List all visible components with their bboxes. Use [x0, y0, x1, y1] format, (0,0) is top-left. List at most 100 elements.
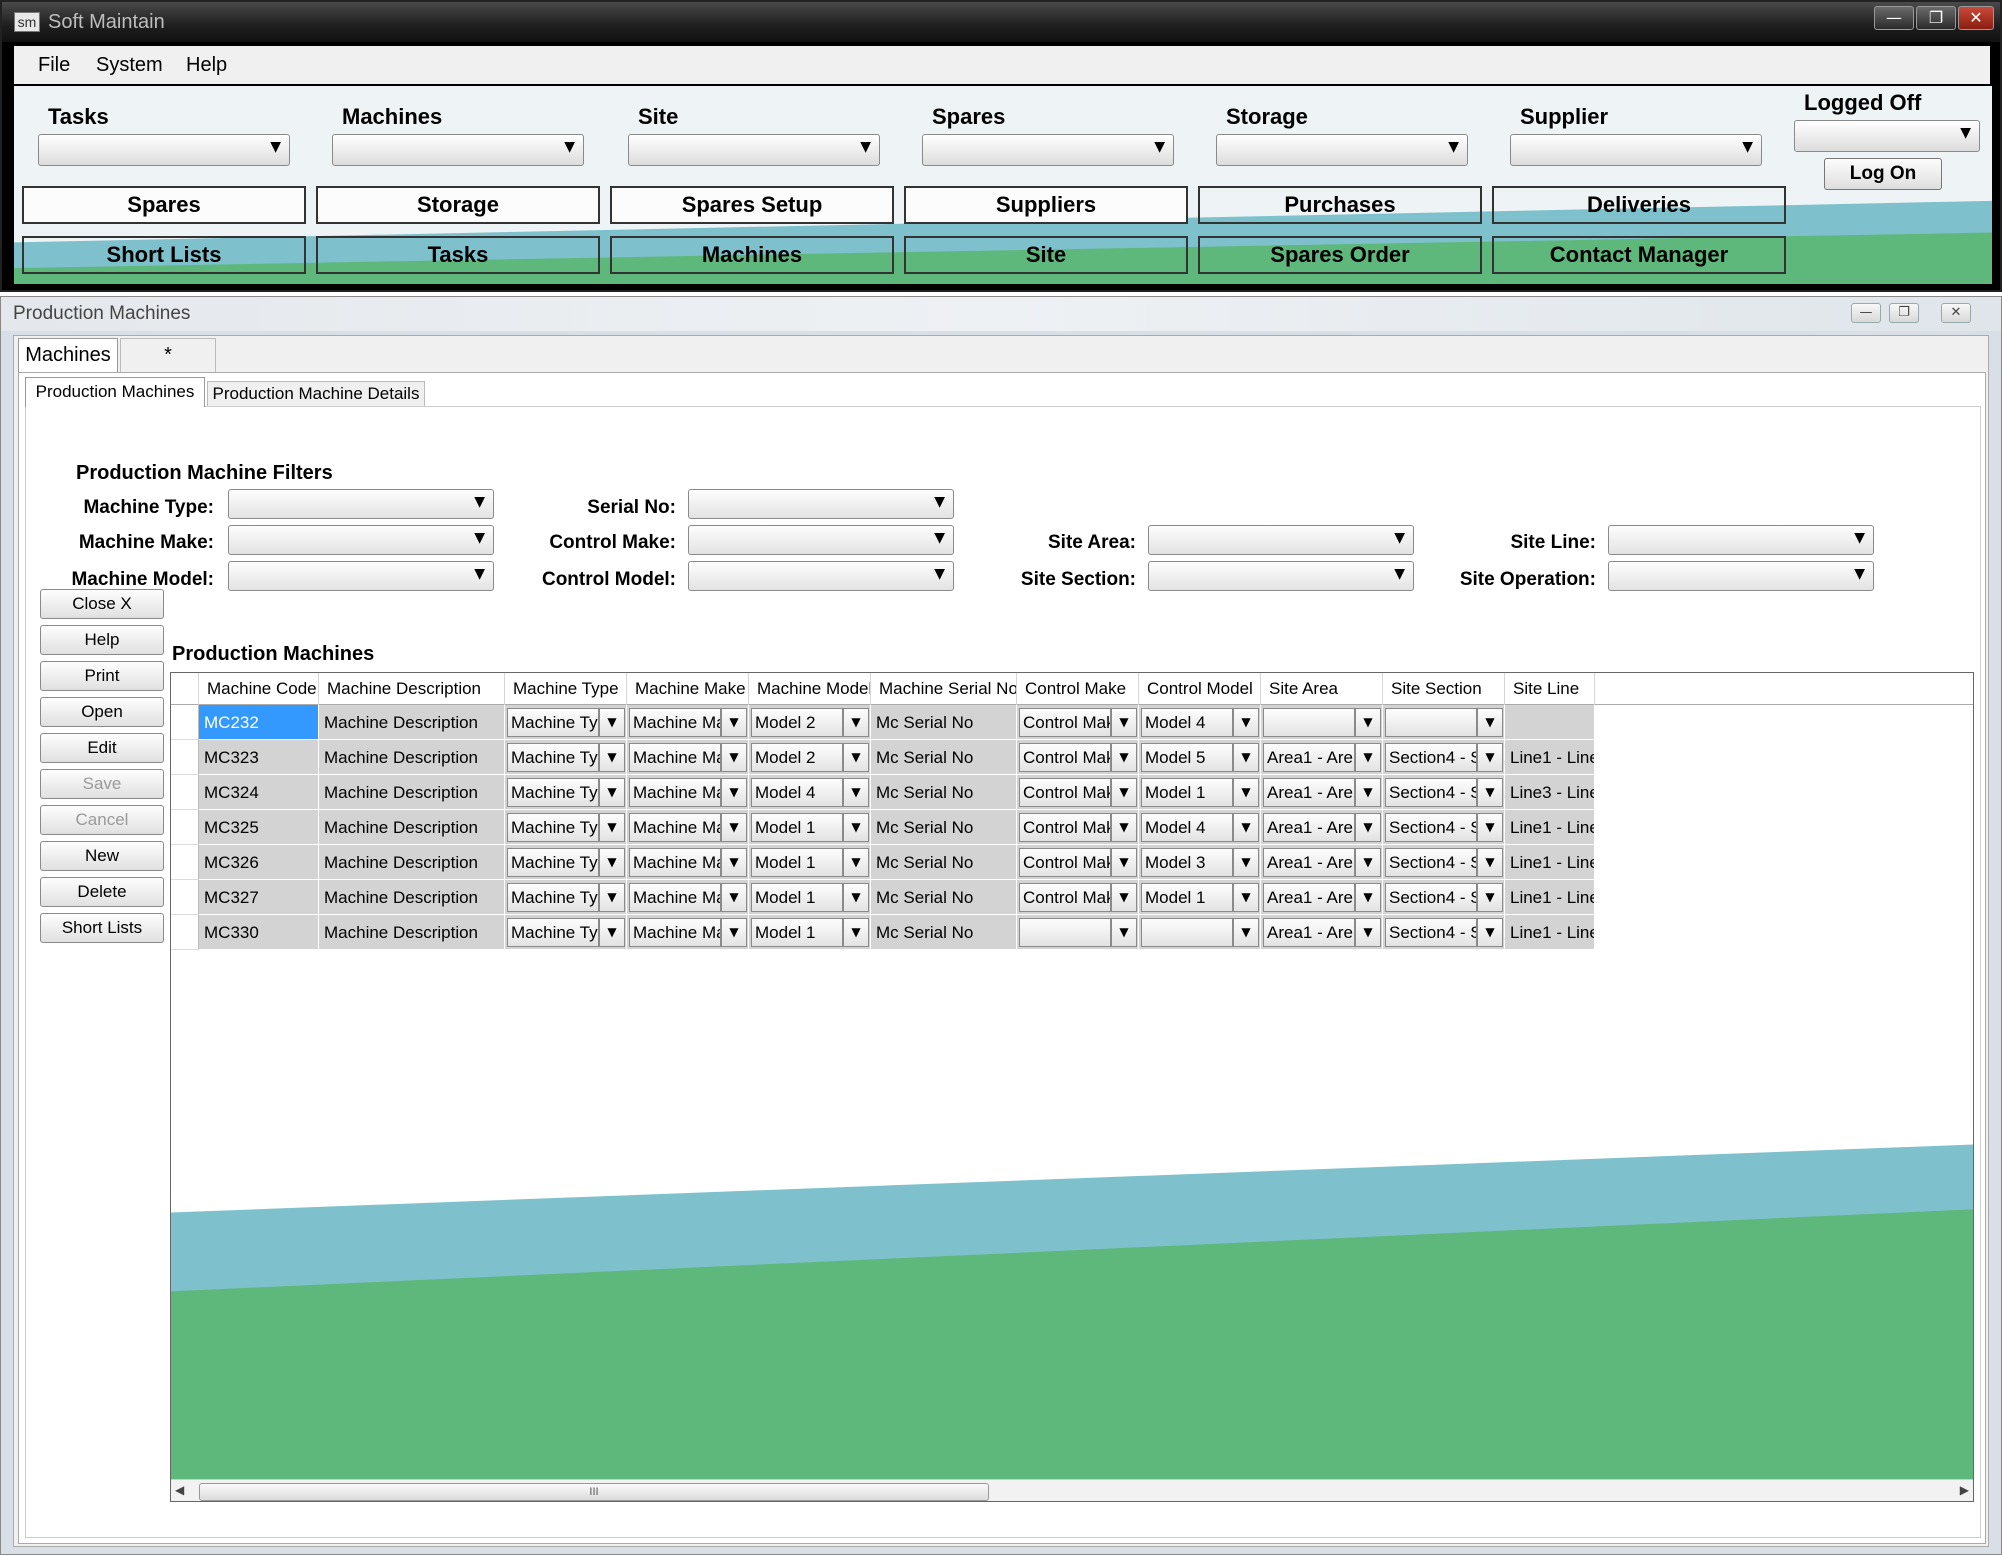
chevron-down-icon[interactable]: ▼ — [721, 883, 747, 912]
cell-combo-control-make[interactable] — [1019, 918, 1111, 947]
chevron-down-icon[interactable]: ▼ — [1233, 743, 1259, 772]
scroll-left-icon[interactable]: ◀ — [175, 1483, 184, 1497]
site-area-filter[interactable]: ▼ — [1148, 525, 1414, 555]
chevron-down-icon[interactable]: ▼ — [599, 813, 625, 842]
cell-machine-serial-no[interactable]: Mc Serial No — [871, 915, 1017, 950]
cell-combo-site-section[interactable] — [1385, 708, 1477, 737]
cell-combo-site-area[interactable]: Area1 - Are... — [1263, 813, 1355, 842]
deliveries-button[interactable]: Deliveries — [1492, 186, 1786, 224]
cancel-button[interactable]: Cancel — [40, 805, 164, 835]
cell-site-line[interactable] — [1505, 705, 1595, 740]
spares-combo[interactable]: ▼ — [922, 134, 1174, 166]
machines-button[interactable]: Machines — [610, 236, 894, 274]
supplier-combo[interactable]: ▼ — [1510, 134, 1762, 166]
chevron-down-icon[interactable]: ▼ — [843, 883, 869, 912]
column-header-machine-make[interactable]: Machine Make — [627, 673, 749, 705]
tab-machines[interactable]: Machines — [18, 338, 118, 372]
row-header[interactable] — [171, 775, 199, 810]
chevron-down-icon[interactable]: ▼ — [599, 918, 625, 947]
site-line-filter[interactable]: ▼ — [1608, 525, 1874, 555]
cell-combo-control-model[interactable]: Model 4 — [1141, 708, 1233, 737]
cell-combo-control-make[interactable]: Control Make 1 — [1019, 743, 1111, 772]
cell-combo-control-make[interactable]: Control Make 1 — [1019, 883, 1111, 912]
table-row[interactable]: MC324Machine DescriptionMachine Typ...▼M… — [171, 775, 1973, 810]
cell-combo-control-model[interactable]: Model 3 — [1141, 848, 1233, 877]
chevron-down-icon[interactable]: ▼ — [1477, 708, 1503, 737]
cell-site-line[interactable]: Line1 - Line — [1505, 915, 1595, 950]
delete-button[interactable]: Delete — [40, 877, 164, 907]
cell-combo-machine-make[interactable]: Machine Ma... — [629, 883, 721, 912]
cell-machine-code[interactable]: MC232 — [199, 705, 319, 740]
cell-site-line[interactable]: Line1 - Line — [1505, 740, 1595, 775]
table-row[interactable]: MC326Machine DescriptionMachine Typ...▼M… — [171, 845, 1973, 880]
column-header-machine-type[interactable]: Machine Type — [505, 673, 627, 705]
cell-combo-machine-make[interactable]: Machine Ma... — [629, 848, 721, 877]
cell-combo-site-area[interactable]: Area1 - Are... — [1263, 848, 1355, 877]
cell-machine-code[interactable]: MC323 — [199, 740, 319, 775]
tasks-button[interactable]: Tasks — [316, 236, 600, 274]
cell-combo-control-model[interactable]: Model 4 — [1141, 813, 1233, 842]
chevron-down-icon[interactable]: ▼ — [599, 778, 625, 807]
row-header[interactable] — [171, 810, 199, 845]
cell-machine-description[interactable]: Machine Description — [319, 845, 505, 880]
cell-combo-machine-model[interactable]: Model 1 — [751, 883, 843, 912]
chevron-down-icon[interactable]: ▼ — [599, 848, 625, 877]
cell-combo-control-make[interactable]: Control Make 1 — [1019, 813, 1111, 842]
column-header-machine-code[interactable]: Machine Code — [199, 673, 319, 705]
cell-site-line[interactable]: Line1 - Line — [1505, 810, 1595, 845]
chevron-down-icon[interactable]: ▼ — [1233, 883, 1259, 912]
cell-machine-serial-no[interactable]: Mc Serial No — [871, 740, 1017, 775]
cell-combo-site-area[interactable]: Area1 - Are... — [1263, 743, 1355, 772]
scroll-right-icon[interactable]: ▶ — [1960, 1483, 1969, 1497]
tab-production-machines[interactable]: Production Machines — [25, 377, 205, 407]
cell-combo-machine-make[interactable]: Machine Ma... — [629, 813, 721, 842]
cell-combo-machine-model[interactable]: Model 1 — [751, 813, 843, 842]
short-lists-button[interactable]: Short Lists — [22, 236, 306, 274]
column-header-control-model[interactable]: Control Model — [1139, 673, 1261, 705]
chevron-down-icon[interactable]: ▼ — [1111, 743, 1137, 772]
chevron-down-icon[interactable]: ▼ — [599, 883, 625, 912]
control-model-filter[interactable]: ▼ — [688, 561, 954, 591]
cell-machine-serial-no[interactable]: Mc Serial No — [871, 705, 1017, 740]
chevron-down-icon[interactable]: ▼ — [1477, 883, 1503, 912]
cell-machine-description[interactable]: Machine Description — [319, 810, 505, 845]
column-header-machine-model[interactable]: Machine Model — [749, 673, 871, 705]
column-header-site-area[interactable]: Site Area — [1261, 673, 1383, 705]
cell-site-line[interactable]: Line1 - Line — [1505, 880, 1595, 915]
tasks-combo[interactable]: ▼ — [38, 134, 290, 166]
cell-machine-code[interactable]: MC325 — [199, 810, 319, 845]
cell-combo-site-section[interactable]: Section4 - S... — [1385, 743, 1477, 772]
log-on-button[interactable]: Log On — [1824, 158, 1942, 190]
table-row[interactable]: MC232Machine DescriptionMachine Typ...▼M… — [171, 705, 1973, 740]
scrollbar-thumb[interactable]: III — [199, 1483, 989, 1501]
control-make-filter[interactable]: ▼ — [688, 525, 954, 555]
chevron-down-icon[interactable]: ▼ — [599, 743, 625, 772]
purchases-button[interactable]: Purchases — [1198, 186, 1482, 224]
chevron-down-icon[interactable]: ▼ — [1111, 708, 1137, 737]
minimize-button[interactable]: — — [1874, 6, 1914, 30]
machines-combo[interactable]: ▼ — [332, 134, 584, 166]
table-row[interactable]: MC330Machine DescriptionMachine Typ...▼M… — [171, 915, 1973, 950]
chevron-down-icon[interactable]: ▼ — [1355, 813, 1381, 842]
cell-combo-control-make[interactable]: Control Make 1 — [1019, 708, 1111, 737]
chevron-down-icon[interactable]: ▼ — [1111, 778, 1137, 807]
chevron-down-icon[interactable]: ▼ — [1355, 708, 1381, 737]
cell-combo-site-section[interactable]: Section4 - S... — [1385, 883, 1477, 912]
cell-combo-machine-make[interactable]: Machine Ma... — [629, 743, 721, 772]
cell-combo-machine-model[interactable]: Model 1 — [751, 848, 843, 877]
chevron-down-icon[interactable]: ▼ — [843, 708, 869, 737]
machine-make-filter[interactable]: ▼ — [228, 525, 494, 555]
cell-combo-site-section[interactable]: Section4 - S... — [1385, 918, 1477, 947]
site-combo[interactable]: ▼ — [628, 134, 880, 166]
row-header[interactable] — [171, 740, 199, 775]
site-operation-filter[interactable]: ▼ — [1608, 561, 1874, 591]
chevron-down-icon[interactable]: ▼ — [843, 848, 869, 877]
table-row[interactable]: MC325Machine DescriptionMachine Typ...▼M… — [171, 810, 1973, 845]
chevron-down-icon[interactable]: ▼ — [721, 743, 747, 772]
chevron-down-icon[interactable]: ▼ — [843, 778, 869, 807]
chevron-down-icon[interactable]: ▼ — [1233, 848, 1259, 877]
cell-machine-serial-no[interactable]: Mc Serial No — [871, 775, 1017, 810]
cell-machine-description[interactable]: Machine Description — [319, 880, 505, 915]
new-button[interactable]: New — [40, 841, 164, 871]
chevron-down-icon[interactable]: ▼ — [1477, 743, 1503, 772]
